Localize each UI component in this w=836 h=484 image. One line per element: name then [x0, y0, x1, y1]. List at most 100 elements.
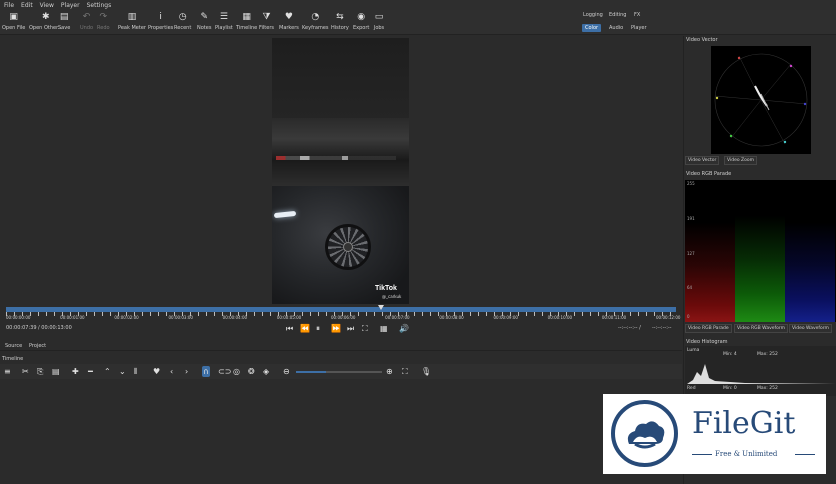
timeline-icon: ▦	[242, 12, 251, 22]
layout-editing-button[interactable]: Editing	[606, 11, 629, 19]
next-marker-icon[interactable]: ›	[185, 366, 188, 377]
tab-source[interactable]: Source	[5, 343, 22, 349]
peak-meter-icon: ▥	[127, 12, 137, 22]
scrubber-time-label: 00:00:02:00	[114, 315, 139, 320]
scrubber-time-label: 00:00:06:00	[331, 315, 356, 320]
menu-player[interactable]: Player	[61, 2, 80, 9]
parade-label-64: 64	[687, 285, 693, 290]
toolbar-export-button[interactable]: ◉ Export	[353, 11, 369, 34]
menu-icon[interactable]: ≡	[4, 366, 11, 377]
tab-project[interactable]: Project	[29, 343, 46, 349]
toolbar-jobs-button[interactable]: ▭ Jobs	[373, 11, 385, 34]
position-timecode[interactable]: 00:00:07:39	[6, 325, 37, 331]
layout-fx-button[interactable]: FX	[631, 11, 643, 19]
toolbar-save-button[interactable]: ▤ Save	[58, 11, 70, 34]
layout-color-button[interactable]: Color	[582, 24, 602, 32]
filter-icon: ⧩	[262, 12, 271, 22]
scrub-icon[interactable]: ⊂⊃	[218, 366, 231, 377]
folder-icon: ▣	[9, 12, 18, 22]
toolbar-marker-button[interactable]: ♥ Markers	[279, 11, 299, 34]
toolbar-folder-button[interactable]: ▣ Open File	[2, 11, 25, 34]
zoom-fit-timeline-icon[interactable]: ⛶	[402, 366, 408, 377]
layout-audio-button[interactable]: Audio	[606, 24, 626, 32]
toolbar-label: Timeline	[236, 25, 258, 31]
scrubber-time-label: 00:00:08:00	[439, 315, 464, 320]
zoom-fit-icon[interactable]: ⛶	[362, 324, 368, 334]
scrubber-time-label: 00:00:01:00	[60, 315, 85, 320]
previous-marker-icon[interactable]: ‹	[170, 366, 173, 377]
timeline-zoom-slider[interactable]	[296, 371, 382, 373]
out-point-timecode[interactable]: --:--:--:--	[652, 325, 672, 331]
ripple-markers-icon[interactable]: ◈	[263, 366, 269, 377]
toolbar-playlist-button[interactable]: ☰ Playlist	[215, 11, 233, 34]
toolbar-undo-button[interactable]: ↶ Undo	[80, 11, 93, 34]
toolbar-recent-button[interactable]: ◷ Recent	[174, 11, 191, 34]
toolbar-filter-button[interactable]: ⧩ Filters	[259, 11, 274, 34]
main-toolbar: ▣ Open File ✱ Open Other... ▤ Save ↶ Undo ↷ Redo ▥…	[0, 10, 836, 35]
remove-icon[interactable]: ━	[88, 366, 93, 377]
menu-file[interactable]: File	[4, 2, 14, 9]
fast-forward-icon[interactable]: ⏩	[331, 324, 341, 334]
zoom-in-icon[interactable]: ⊕	[386, 366, 393, 377]
menu-view[interactable]: View	[40, 2, 54, 9]
player-panel: TikTok @_carkuk	[0, 36, 682, 304]
overwrite-icon[interactable]: ⌄	[119, 366, 126, 377]
scrubber-time-label: 00:00:09:00	[493, 315, 518, 320]
timeline-toolbar: ⊖ ⊕ ⛶ 🎙 ≡ ✂ ⎘ ▤ ✚ ━ ⌃ ⌄ ⫴ ♥ ‹ › ∩ ⊂⊃ ◎ ❂ ◈	[0, 364, 682, 379]
toolbar-notes-button[interactable]: ✎ Notes	[197, 11, 211, 34]
export-icon: ◉	[357, 12, 366, 22]
playhead-marker[interactable]	[378, 305, 385, 310]
toolbar-label: Jobs	[373, 25, 385, 31]
append-icon[interactable]: ✚	[72, 366, 79, 377]
menu-edit[interactable]: Edit	[21, 2, 33, 9]
scrubber-time-label: 00:00:07:00	[385, 315, 410, 320]
tab-rgb-parade[interactable]: Video RGB Parade	[685, 324, 732, 333]
skip-next-icon[interactable]: ⏭	[347, 324, 354, 334]
tab-video-waveform[interactable]: Video Waveform	[789, 324, 832, 333]
rewind-icon[interactable]: ⏪	[300, 324, 310, 334]
filegit-tagline: Free & Unlimited	[715, 450, 778, 458]
video-preview[interactable]: TikTok @_carkuk	[272, 38, 409, 304]
scrubber-bar[interactable]: 00:00:00:00 00:00:01:00 00:00:02:00 00:00:0…	[2, 305, 680, 320]
red-min: Min: 0	[723, 386, 737, 391]
menu-settings[interactable]: Settings	[87, 2, 112, 9]
luma-label: Luma	[687, 348, 700, 353]
record-audio-icon[interactable]: 🎙	[421, 366, 431, 377]
toolbar-info-button[interactable]: i Properties	[148, 11, 173, 34]
paste-icon[interactable]: ▤	[52, 366, 60, 377]
toolbar-peak-meter-button[interactable]: ▥ Peak Meter	[118, 11, 146, 34]
toolbar-label: Filters	[259, 25, 274, 31]
toolbar-label: Keyframes	[302, 25, 329, 31]
toolbar-label: Properties	[148, 25, 174, 31]
toolbar-redo-button[interactable]: ↷ Redo	[97, 11, 110, 34]
toolbar-timeline-button[interactable]: ▦ Timeline	[236, 11, 257, 34]
toolbar-keyframes-button[interactable]: ◔ Keyframes	[302, 11, 329, 34]
tab-rgb-waveform[interactable]: Video RGB Waveform	[734, 324, 789, 333]
history-icon: ⇆	[336, 12, 344, 22]
layout-logging-button[interactable]: Logging	[580, 11, 606, 19]
layout-player-button[interactable]: Player	[628, 24, 650, 32]
lift-icon[interactable]: ⌃	[104, 366, 111, 377]
pause-icon[interactable]: ⏸	[316, 324, 320, 334]
toolbar-label: Open File	[2, 25, 26, 31]
tab-video-zoom[interactable]: Video Zoom	[724, 156, 758, 165]
skip-previous-icon[interactable]: ⏮	[286, 324, 293, 334]
zoom-out-icon[interactable]: ⊖	[283, 366, 290, 377]
tab-video-vector[interactable]: Video Vector	[685, 156, 720, 165]
cut-icon[interactable]: ✂	[22, 366, 29, 377]
grid-icon[interactable]: ▦	[380, 324, 388, 334]
ripple-all-icon[interactable]: ❂	[248, 366, 255, 377]
volume-icon[interactable]: 🔊	[399, 324, 409, 334]
in-point-timecode[interactable]: --:--:--:-- /	[618, 325, 641, 331]
toolbar-history-button[interactable]: ⇆ History	[331, 11, 349, 34]
filegit-name: FileGit	[692, 406, 796, 441]
save-icon: ▤	[59, 12, 69, 22]
parade-title: Video RGB Parade	[686, 171, 732, 177]
marker-icon: ♥	[284, 12, 293, 22]
marker-icon[interactable]: ♥	[153, 366, 160, 377]
snap-icon[interactable]: ∩	[202, 366, 210, 377]
copy-icon[interactable]: ⎘	[37, 366, 43, 377]
split-icon[interactable]: ⫴	[134, 366, 137, 377]
ripple-icon[interactable]: ◎	[233, 366, 240, 377]
parade-label-255: 255	[687, 181, 695, 186]
